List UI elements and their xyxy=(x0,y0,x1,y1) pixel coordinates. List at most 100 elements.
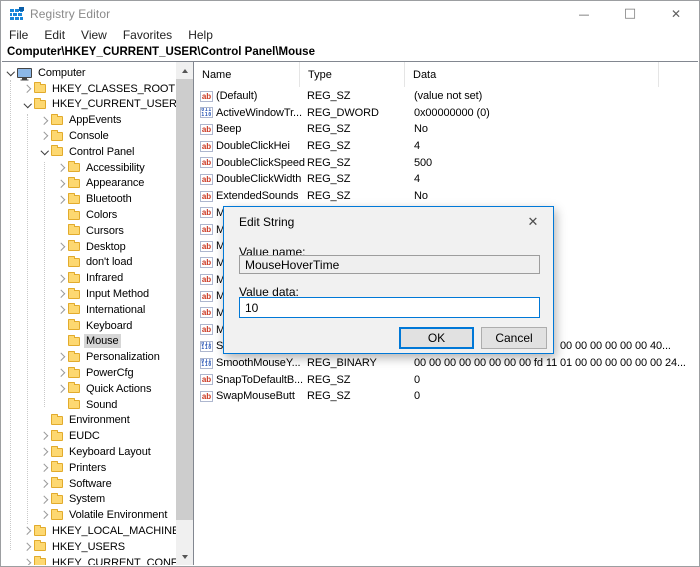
list-row[interactable]: 011110SmoothMouseY...REG_BINARY00 00 00 … xyxy=(194,355,698,372)
chevron-right-icon[interactable] xyxy=(38,433,51,439)
column-header-name[interactable]: Name xyxy=(194,62,300,87)
tree-item-environment[interactable]: Environment xyxy=(2,413,176,429)
folder-icon xyxy=(68,163,80,172)
address-bar[interactable]: Computer\HKEY_CURRENT_USER\Control Panel… xyxy=(1,43,699,60)
folder-icon xyxy=(51,479,63,488)
dialog-title-bar[interactable]: Edit String ✕ xyxy=(224,207,553,237)
tree-item-keyboard[interactable]: Keyboard xyxy=(2,318,176,334)
tree-item-label: Infrared xyxy=(84,271,125,285)
tree-item-hkey-current-config[interactable]: HKEY_CURRENT_CONFIG xyxy=(2,555,176,565)
tree-item-international[interactable]: International xyxy=(2,302,176,318)
chevron-down-icon[interactable] xyxy=(21,103,34,107)
chevron-right-icon[interactable] xyxy=(38,497,51,503)
chevron-right-icon[interactable] xyxy=(21,560,34,565)
list-row[interactable]: abDoubleClickSpeedREG_SZ500 xyxy=(194,155,698,172)
tree-item-hkey-users[interactable]: HKEY_USERS xyxy=(2,539,176,555)
chevron-right-icon[interactable] xyxy=(55,386,68,392)
tree-item-console[interactable]: Console xyxy=(2,128,176,144)
tree-item-accessibility[interactable]: Accessibility xyxy=(2,160,176,176)
cancel-button[interactable]: Cancel xyxy=(481,327,547,349)
folder-icon xyxy=(51,416,63,425)
chevron-right-icon[interactable] xyxy=(38,449,51,455)
tree-item-sound[interactable]: Sound xyxy=(2,397,176,413)
chevron-right-icon[interactable] xyxy=(55,291,68,297)
tree-item-colors[interactable]: Colors xyxy=(2,207,176,223)
chevron-right-icon[interactable] xyxy=(38,133,51,139)
tree-item-desktop[interactable]: Desktop xyxy=(2,239,176,255)
menu-edit[interactable]: Edit xyxy=(44,28,65,42)
chevron-right-icon[interactable] xyxy=(38,512,51,518)
tree-item-appevents[interactable]: AppEvents xyxy=(2,112,176,128)
tree-item-cursors[interactable]: Cursors xyxy=(2,223,176,239)
tree-item-printers[interactable]: Printers xyxy=(2,460,176,476)
chevron-right-icon[interactable] xyxy=(55,181,68,187)
tree-item-input-method[interactable]: Input Method xyxy=(2,286,176,302)
tree-item-control-panel[interactable]: Control Panel xyxy=(2,144,176,160)
menu-file[interactable]: File xyxy=(9,28,28,42)
column-header-type[interactable]: Type xyxy=(300,62,405,87)
chevron-right-icon[interactable] xyxy=(55,276,68,282)
tree-item-infrared[interactable]: Infrared xyxy=(2,270,176,286)
tree-item-don-t-load[interactable]: don't load xyxy=(2,255,176,271)
tree-item-appearance[interactable]: Appearance xyxy=(2,176,176,192)
chevron-right-icon[interactable] xyxy=(21,528,34,534)
list-row[interactable]: abSwapMouseButtREG_SZ0 xyxy=(194,388,698,405)
chevron-right-icon[interactable] xyxy=(21,544,34,550)
tree-item-powercfg[interactable]: PowerCfg xyxy=(2,365,176,381)
scrollbar-thumb[interactable] xyxy=(176,79,193,520)
close-button[interactable]: ✕ xyxy=(653,1,699,27)
chevron-right-icon[interactable] xyxy=(55,244,68,250)
chevron-right-icon[interactable] xyxy=(55,165,68,171)
value-data-text: 10 xyxy=(245,301,258,315)
menu-favorites[interactable]: Favorites xyxy=(123,28,172,42)
list-row[interactable]: abExtendedSoundsREG_SZNo xyxy=(194,188,698,205)
tree-item-hkey-current-user[interactable]: HKEY_CURRENT_USER xyxy=(2,97,176,113)
list-row[interactable]: ab(Default)REG_SZ(value not set) xyxy=(194,88,698,105)
tree-item-label: Software xyxy=(67,477,114,491)
tree-item-mouse[interactable]: Mouse xyxy=(2,334,176,350)
list-row[interactable]: abDoubleClickWidthREG_SZ4 xyxy=(194,171,698,188)
list-row[interactable]: abBeepREG_SZNo xyxy=(194,121,698,138)
tree-item-label: HKEY_USERS xyxy=(50,540,127,554)
chevron-right-icon[interactable] xyxy=(55,370,68,376)
list-row[interactable]: 011110ActiveWindowTr...REG_DWORD0x000000… xyxy=(194,105,698,122)
folder-icon xyxy=(51,448,63,457)
list-row[interactable]: abDoubleClickHeiREG_SZ4 xyxy=(194,138,698,155)
column-header-data[interactable]: Data xyxy=(405,62,659,87)
value-type: REG_SZ xyxy=(307,374,350,386)
ok-button[interactable]: OK xyxy=(399,327,474,349)
menu-view[interactable]: View xyxy=(81,28,107,42)
tree-item-personalization[interactable]: Personalization xyxy=(2,349,176,365)
value-data-input[interactable]: 10 xyxy=(239,297,540,318)
dialog-close-button[interactable]: ✕ xyxy=(524,213,542,231)
minimize-button[interactable]: — xyxy=(561,1,607,27)
maximize-button[interactable]: □ xyxy=(607,1,653,27)
reg-sz-icon: ab xyxy=(200,257,213,268)
tree-item-volatile-environment[interactable]: Volatile Environment xyxy=(2,507,176,523)
tree-item-eudc[interactable]: EUDC xyxy=(2,428,176,444)
chevron-down-icon[interactable] xyxy=(4,71,17,75)
tree-item-software[interactable]: Software xyxy=(2,476,176,492)
scroll-up-button[interactable] xyxy=(176,62,193,79)
folder-icon xyxy=(68,369,80,378)
chevron-right-icon[interactable] xyxy=(55,354,68,360)
chevron-right-icon[interactable] xyxy=(55,197,68,203)
tree-item-bluetooth[interactable]: Bluetooth xyxy=(2,191,176,207)
tree-scrollbar[interactable] xyxy=(176,62,193,565)
tree-item-hkey-local-machine[interactable]: HKEY_LOCAL_MACHINE xyxy=(2,523,176,539)
tree-item-system[interactable]: System xyxy=(2,492,176,508)
list-row[interactable]: abSnapToDefaultB...REG_SZ0 xyxy=(194,372,698,389)
chevron-right-icon[interactable] xyxy=(55,307,68,313)
chevron-right-icon[interactable] xyxy=(38,118,51,124)
chevron-right-icon[interactable] xyxy=(38,465,51,471)
chevron-right-icon[interactable] xyxy=(38,481,51,487)
scroll-down-button[interactable] xyxy=(176,548,193,565)
tree-item-keyboard-layout[interactable]: Keyboard Layout xyxy=(2,444,176,460)
value-name-field[interactable]: MouseHoverTime xyxy=(239,255,540,274)
menu-help[interactable]: Help xyxy=(188,28,213,42)
chevron-right-icon[interactable] xyxy=(21,86,34,92)
tree-item-hkey-classes-root[interactable]: HKEY_CLASSES_ROOT xyxy=(2,81,176,97)
tree-item-computer[interactable]: Computer xyxy=(2,65,176,81)
tree-item-quick-actions[interactable]: Quick Actions xyxy=(2,381,176,397)
chevron-down-icon[interactable] xyxy=(38,150,51,154)
